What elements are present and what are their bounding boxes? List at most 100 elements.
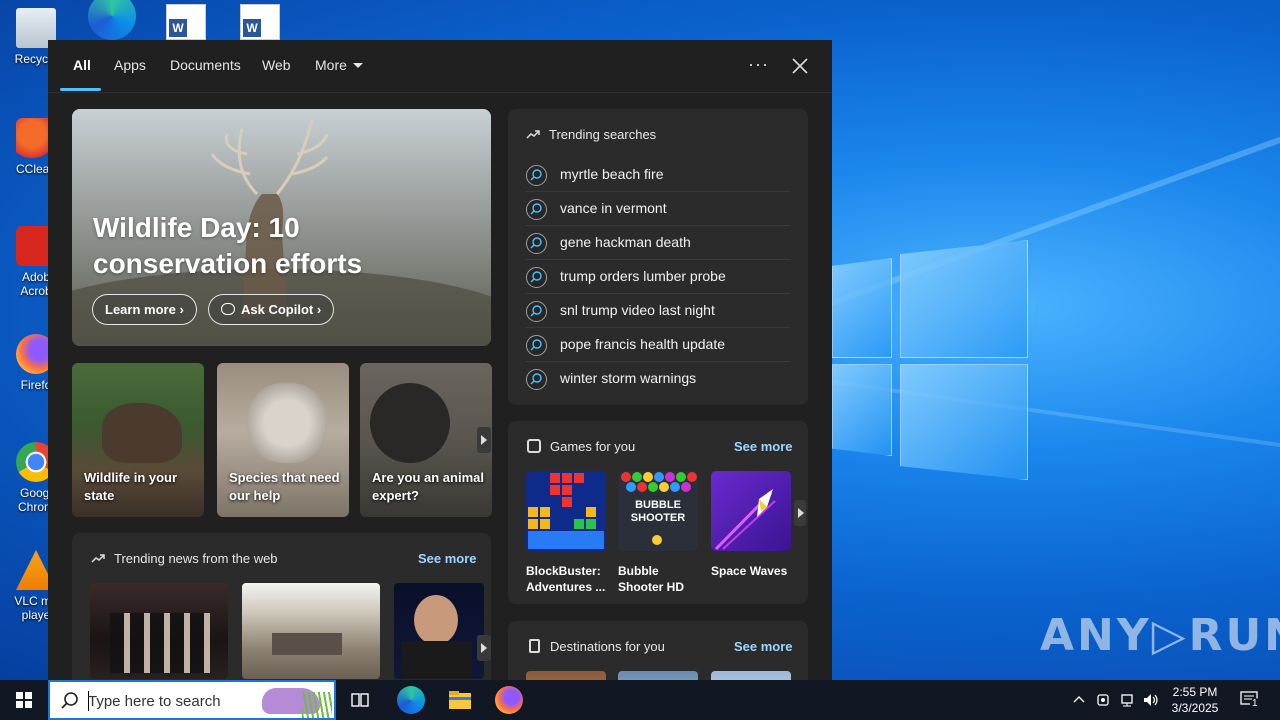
chevron-down-icon: [352, 63, 363, 68]
close-icon: [792, 58, 808, 74]
taskbar: Type here to search 2:55 PM 3/3/2025 1: [0, 680, 1280, 720]
chevron-up-icon: [1073, 696, 1085, 703]
news-thumbnail[interactable]: [394, 583, 484, 679]
game-tile-bubble-shooter[interactable]: BUBBLE SHOOTER Bubble Shooter HD: [618, 471, 698, 595]
firefox-taskbar-icon[interactable]: [495, 686, 523, 714]
game-tile-space-waves[interactable]: Space Waves: [711, 471, 791, 579]
space-waves-art: [711, 471, 791, 551]
trending-news-title: Trending news from the web: [114, 551, 278, 566]
games-title: Games for you: [550, 439, 636, 454]
task-view-button[interactable]: [346, 686, 374, 714]
games-section: Games for you See more BlockBuster: Adve…: [508, 421, 808, 604]
volume-button[interactable]: [1142, 692, 1160, 711]
network-button[interactable]: [1119, 692, 1135, 711]
tab-more-label: More: [315, 57, 347, 73]
word-document-icon[interactable]: W: [166, 4, 206, 40]
tab-documents[interactable]: Documents: [170, 57, 241, 73]
trending-search-item[interactable]: myrtle beach fire: [526, 158, 790, 192]
game-tile-blockbuster[interactable]: BlockBuster: Adventures ...: [526, 471, 606, 595]
action-center-button[interactable]: 1: [1240, 690, 1260, 711]
edge-shortcut-icon[interactable]: [88, 0, 136, 40]
active-tab-indicator: [60, 88, 101, 91]
trending-search-text: snl trump video last night: [560, 302, 715, 318]
destinations-see-more-link[interactable]: See more: [734, 639, 793, 654]
game-name: BlockBuster: Adventures ...: [526, 564, 606, 594]
hero-card[interactable]: Wildlife Day: 10 conservation efforts Le…: [72, 109, 491, 346]
search-icon: [526, 369, 547, 390]
tab-web[interactable]: Web: [262, 57, 291, 73]
trending-search-text: gene hackman death: [560, 234, 691, 250]
meet-now-icon: [1097, 694, 1109, 706]
news-next-button[interactable]: [477, 635, 491, 661]
trending-search-item[interactable]: snl trump video last night: [526, 294, 790, 328]
trending-search-item[interactable]: pope francis health update: [526, 328, 790, 362]
cards-next-button[interactable]: [477, 427, 491, 453]
trending-search-text: winter storm warnings: [560, 370, 697, 386]
card-animal-expert[interactable]: Are you an animal expert?: [360, 363, 492, 517]
destination-tile[interactable]: [618, 671, 698, 680]
word-document-icon[interactable]: W: [240, 4, 280, 40]
trending-search-item[interactable]: winter storm warnings: [526, 362, 790, 396]
clock-time: 2:55 PM: [1172, 685, 1218, 699]
news-image: [272, 633, 342, 655]
windows-logo-wallpaper: [832, 240, 1032, 480]
hero-title: Wildlife Day: 10 conservation efforts: [93, 212, 363, 279]
card-species-help[interactable]: Species that need our help: [217, 363, 349, 517]
game-name: Space Waves: [711, 564, 788, 578]
game-art-blocks: [528, 473, 604, 549]
news-thumbnail[interactable]: [90, 583, 228, 679]
news-image: [414, 595, 458, 645]
destinations-section: Destinations for you See more: [508, 621, 808, 680]
tab-apps[interactable]: Apps: [114, 57, 146, 73]
tab-more[interactable]: More: [315, 57, 363, 73]
destinations-title: Destinations for you: [550, 639, 665, 654]
trending-searches-section: Trending searches myrtle beach fire vance…: [508, 109, 808, 405]
games-see-more-link[interactable]: See more: [734, 439, 793, 454]
trending-search-item[interactable]: vance in vermont: [526, 192, 790, 226]
destination-tile[interactable]: [526, 671, 606, 680]
search-icon: [526, 335, 547, 356]
card-caption: Wildlife in your state: [84, 470, 178, 503]
news-image: [110, 613, 210, 673]
game-art-cannon: [652, 535, 662, 545]
edge-taskbar-icon[interactable]: [397, 686, 425, 714]
show-hidden-icons-button[interactable]: [1072, 692, 1086, 709]
games-icon: [527, 439, 541, 453]
game-art-bubbles: [621, 472, 697, 492]
trending-news-section: Trending news from the web See more: [72, 533, 491, 680]
game-art-rocket: [714, 489, 776, 551]
card-wildlife-state[interactable]: Wildlife in your state: [72, 363, 204, 517]
news-see-more-link[interactable]: See more: [418, 551, 477, 566]
file-explorer-taskbar-button[interactable]: [446, 686, 474, 714]
start-button[interactable]: [0, 680, 48, 720]
learn-more-label: Learn more: [105, 302, 176, 317]
close-button[interactable]: [788, 54, 812, 78]
ask-copilot-button[interactable]: Ask Copilot ›: [208, 294, 335, 325]
trending-search-item[interactable]: gene hackman death: [526, 226, 790, 260]
windows-start-icon: [16, 692, 32, 708]
news-thumbnail[interactable]: [242, 583, 380, 679]
more-options-button[interactable]: ···: [748, 54, 769, 75]
games-next-button[interactable]: [794, 500, 806, 526]
clock-date: 3/3/2025: [1171, 701, 1219, 715]
chat-bubble-icon: [221, 303, 235, 315]
bear-image: [102, 403, 182, 463]
taskbar-clock[interactable]: 2:55 PM 3/3/2025: [1166, 684, 1224, 716]
search-icon: [61, 692, 78, 709]
trending-search-text: vance in vermont: [560, 200, 667, 216]
trending-search-item[interactable]: trump orders lumber probe: [526, 260, 790, 294]
learn-more-button[interactable]: Learn more ›: [92, 294, 197, 325]
taskbar-search-box[interactable]: Type here to search: [48, 680, 336, 720]
game-name: Bubble Shooter HD: [618, 564, 684, 594]
card-caption: Are you an animal expert?: [372, 470, 484, 503]
meet-now-button[interactable]: [1096, 692, 1112, 711]
trending-arrow-icon: [91, 554, 105, 563]
bubble-shooter-logo: BUBBLE SHOOTER: [630, 499, 686, 524]
tab-all[interactable]: All: [73, 57, 91, 73]
blockbuster-art: [526, 471, 606, 551]
destination-tile[interactable]: [711, 671, 791, 680]
bubble-shooter-art: BUBBLE SHOOTER: [618, 471, 698, 551]
folder-icon: [449, 691, 471, 709]
trending-searches-title: Trending searches: [549, 127, 657, 142]
trending-search-text: pope francis health update: [560, 336, 726, 352]
